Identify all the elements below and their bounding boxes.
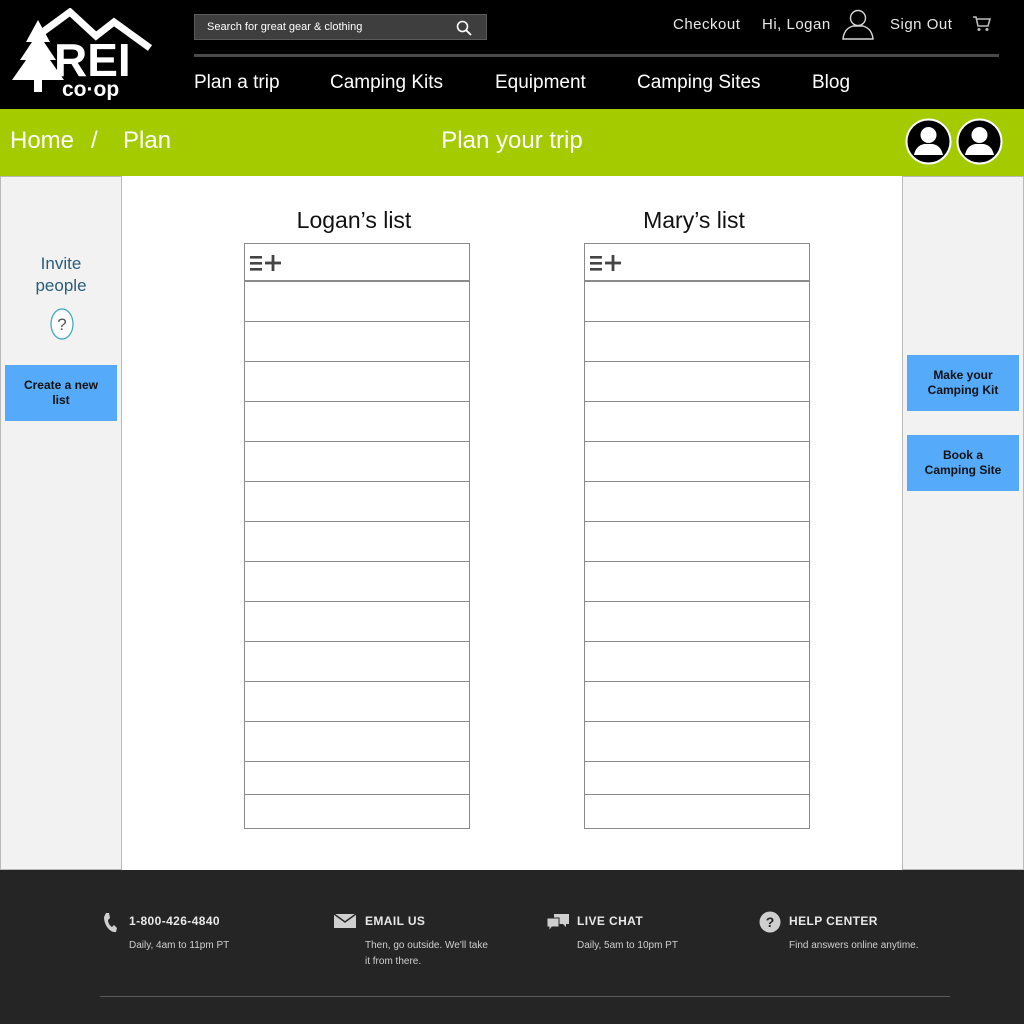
invite-people-link[interactable]: Invite people <box>1 253 121 297</box>
help-circle-icon: ? <box>759 911 781 933</box>
list-item[interactable] <box>585 642 809 681</box>
list-header <box>585 244 809 281</box>
create-list-line-1: Create a new <box>23 378 99 392</box>
list-item[interactable] <box>585 722 809 761</box>
list-item[interactable] <box>245 442 469 481</box>
breadcrumb-separator: / <box>91 127 98 154</box>
list-item[interactable] <box>585 322 809 361</box>
svg-text:co·op: co·op <box>62 78 119 100</box>
footer-email-desc: Then, go outside. We'll take it from the… <box>365 938 515 970</box>
list-item[interactable] <box>245 762 469 794</box>
footer-email-desc-line-1: Then, go outside. We'll take <box>365 940 488 951</box>
site-header: REI co·op Search for great gear & clothi… <box>0 0 1024 109</box>
list-mary <box>584 243 810 829</box>
book-camping-site-button[interactable]: Book a Camping Site <box>907 435 1019 491</box>
nav-blog[interactable]: Blog <box>812 72 850 94</box>
nav-equipment[interactable]: Equipment <box>495 72 586 94</box>
list-item[interactable] <box>245 642 469 681</box>
footer-chat-title[interactable]: LIVE CHAT <box>577 914 643 928</box>
footer-phone-desc: Daily, 4am to 11pm PT <box>129 938 279 954</box>
sign-out-link[interactable]: Sign Out <box>890 16 952 33</box>
list-item[interactable] <box>245 362 469 401</box>
list-item[interactable] <box>585 795 809 828</box>
avatar-mary[interactable] <box>956 118 1003 165</box>
search-placeholder: Search for great gear & clothing <box>207 21 363 33</box>
avatar-logan[interactable] <box>905 118 952 165</box>
right-sidebar: Make your Camping Kit Book a Camping Sit… <box>902 176 1024 870</box>
footer-help-title[interactable]: HELP CENTER <box>789 914 878 928</box>
breadcrumb-home[interactable]: Home <box>10 127 74 155</box>
list-item[interactable] <box>245 682 469 721</box>
list-item[interactable] <box>245 402 469 441</box>
list-item[interactable] <box>245 722 469 761</box>
header-divider <box>194 54 999 57</box>
create-new-list-button[interactable]: Create a new list <box>5 365 117 421</box>
title-bar: Plan your trip Home / Plan <box>0 109 1024 176</box>
search-input[interactable]: Search for great gear & clothing <box>194 14 487 40</box>
svg-text:?: ? <box>57 315 66 334</box>
make-kit-line-2: Camping Kit <box>927 383 999 397</box>
chat-icon <box>546 914 569 932</box>
user-icon[interactable] <box>841 8 875 40</box>
nav-camping-kits[interactable]: Camping Kits <box>330 72 443 94</box>
list-item[interactable] <box>245 795 469 828</box>
rei-logo[interactable]: REI co·op <box>10 8 154 100</box>
nav-camping-sites[interactable]: Camping Sites <box>637 72 761 94</box>
list-item[interactable] <box>585 482 809 521</box>
cart-icon[interactable] <box>973 16 991 32</box>
list-title-logan: Logan’s list <box>296 207 412 233</box>
list-header <box>245 244 469 281</box>
list-item[interactable] <box>245 602 469 641</box>
book-site-line-1: Book a <box>942 448 983 462</box>
list-item[interactable] <box>245 282 469 321</box>
list-item[interactable] <box>585 362 809 401</box>
footer-help-desc: Find answers online anytime. <box>789 938 939 954</box>
list-item[interactable] <box>245 522 469 561</box>
phone-icon <box>104 913 117 933</box>
footer-divider <box>100 996 950 997</box>
site-footer: 1-800-426-4840 Daily, 4am to 11pm PT EMA… <box>0 870 1024 1024</box>
list-item[interactable] <box>585 522 809 561</box>
footer-help-desc-line-1: Find answers online anytime. <box>789 940 919 951</box>
list-item[interactable] <box>585 442 809 481</box>
invite-line-1: Invite <box>40 254 82 273</box>
footer-phone-desc-line-1: Daily, 4am to 11pm PT <box>129 940 230 951</box>
list-item[interactable] <box>585 402 809 441</box>
footer-email-desc-line-2: it from there. <box>365 956 422 967</box>
footer-phone-title[interactable]: 1-800-426-4840 <box>129 914 220 928</box>
list-title-mary: Mary’s list <box>643 207 745 233</box>
list-item[interactable] <box>585 762 809 794</box>
list-item[interactable] <box>585 282 809 321</box>
add-to-list-icon[interactable] <box>590 254 624 272</box>
create-list-line-2: list <box>52 393 70 407</box>
list-item[interactable] <box>245 562 469 601</box>
nav-plan-a-trip[interactable]: Plan a trip <box>194 72 280 94</box>
book-site-line-2: Camping Site <box>924 463 1002 477</box>
envelope-icon <box>334 914 356 928</box>
list-logan <box>244 243 470 829</box>
add-to-list-icon[interactable] <box>250 254 284 272</box>
footer-email-title[interactable]: EMAIL US <box>365 914 425 928</box>
checkout-link[interactable]: Checkout <box>673 16 740 33</box>
make-camping-kit-button[interactable]: Make your Camping Kit <box>907 355 1019 411</box>
greeting-link[interactable]: Hi, Logan <box>762 16 831 33</box>
list-item[interactable] <box>245 322 469 361</box>
list-item[interactable] <box>245 482 469 521</box>
invite-line-2: people <box>35 276 87 295</box>
footer-chat-desc-line-1: Daily, 5am to 10pm PT <box>577 940 678 951</box>
search-icon[interactable] <box>456 20 472 36</box>
make-kit-line-1: Make your <box>933 368 993 382</box>
breadcrumb-plan[interactable]: Plan <box>123 127 171 155</box>
list-item[interactable] <box>585 562 809 601</box>
svg-text:?: ? <box>766 914 775 930</box>
left-sidebar: Invite people ? Create a new list <box>0 176 122 870</box>
footer-chat-desc: Daily, 5am to 10pm PT <box>577 938 727 954</box>
list-item[interactable] <box>585 602 809 641</box>
help-icon[interactable]: ? <box>50 308 74 340</box>
list-item[interactable] <box>585 682 809 721</box>
